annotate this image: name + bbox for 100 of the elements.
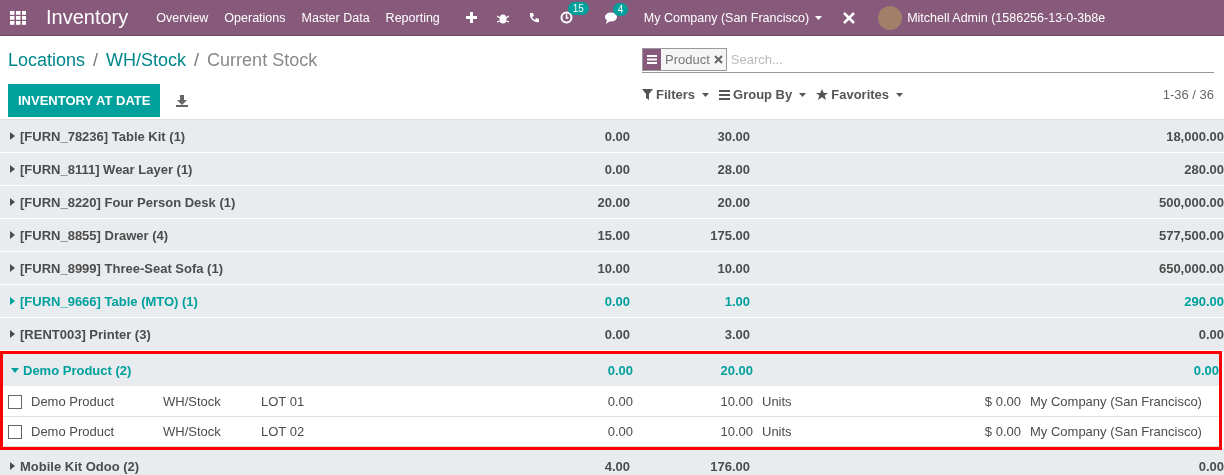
group-total: 15.00 xyxy=(596,227,630,243)
group-total: 0.00 xyxy=(1197,458,1224,474)
group-total: 10.00 xyxy=(716,260,750,276)
table-cell-text: Units xyxy=(761,424,793,439)
filter-dropdown[interactable]: Favorites xyxy=(816,87,904,102)
app-title: Inventory xyxy=(46,6,129,29)
plus-icon[interactable] xyxy=(465,12,477,23)
caret-icon xyxy=(702,92,709,97)
close-icon[interactable] xyxy=(713,55,723,64)
group-total: 1.00 xyxy=(723,293,750,309)
caret-icon xyxy=(8,297,16,305)
breadcrumb-separator: / xyxy=(93,49,99,71)
group-row[interactable]: [FURN_8999] Three-Seat Sofa (1) 10.00 10.00 650,000.00 xyxy=(0,252,1224,285)
group-row[interactable]: [FURN_78236] Table Kit (1) 0.00 30.00 18,000.00 xyxy=(0,120,1224,153)
group-name: [FURN_8111] Wear Layer (1) xyxy=(0,161,500,177)
caret-icon xyxy=(799,92,807,97)
group-name: Demo Product (2) xyxy=(3,362,503,378)
group-total: 20.00 xyxy=(716,194,750,210)
group-total: 290.00 xyxy=(1183,293,1224,309)
list-icon xyxy=(719,89,730,100)
menu-item[interactable]: Overview xyxy=(156,10,209,25)
menu-item[interactable]: Master Data xyxy=(301,10,370,25)
table-cell-text: My Company (San Francisco) xyxy=(1029,424,1203,439)
chat-icon[interactable] xyxy=(604,11,620,24)
table-cell-text: $ 0.00 xyxy=(983,394,1021,409)
table-cell-text: Demo Product xyxy=(31,394,116,409)
row-checkbox[interactable] xyxy=(8,394,22,409)
caret-icon xyxy=(8,198,16,206)
group-total: 0.00 xyxy=(606,362,633,378)
group-total: 0.00 xyxy=(1192,362,1219,378)
table-cell-text: LOT 02 xyxy=(261,424,306,439)
group-name: [FURN_8220] Four Person Desk (1) xyxy=(0,194,500,210)
search-facet[interactable]: Product xyxy=(642,48,727,71)
group-total: 0.00 xyxy=(603,293,630,309)
group-total: 280.00 xyxy=(1183,161,1224,177)
group-row[interactable]: [RENT003] Printer (3) 0.00 3.00 0.00 xyxy=(0,318,1224,351)
group-total: 30.00 xyxy=(716,128,750,144)
group-total: 0.00 xyxy=(603,128,630,144)
activity-count-badge: 15 xyxy=(567,2,589,15)
breadcrumb-separator: / xyxy=(194,49,200,71)
group-total: 650,000.00 xyxy=(1157,260,1224,276)
group-total: 28.00 xyxy=(716,161,750,177)
caret-icon xyxy=(8,165,16,173)
group-total: 3.00 xyxy=(723,326,750,342)
group-total: 175.00 xyxy=(709,227,750,243)
phone-icon[interactable] xyxy=(528,12,540,23)
breadcrumb-link[interactable]: Locations xyxy=(8,49,86,71)
group-total: 18,000.00 xyxy=(1165,128,1224,144)
caret-icon xyxy=(8,462,16,470)
group-row[interactable]: [FURN_8111] Wear Layer (1) 0.00 28.00 280.00 xyxy=(0,153,1224,186)
table-cell-text: 0.00 xyxy=(606,424,633,439)
group-total: 0.00 xyxy=(603,161,630,177)
clock-icon[interactable] xyxy=(559,11,573,24)
group-name: [RENT003] Printer (3) xyxy=(0,326,500,342)
star-icon xyxy=(816,88,829,101)
caret-icon xyxy=(8,264,16,272)
menu-item[interactable]: Operations xyxy=(224,10,286,25)
company-switcher[interactable]: My Company (San Francisco) xyxy=(643,10,823,25)
group-name: [FURN_9666] Table (MTO) (1) xyxy=(0,293,500,309)
table-cell-text: $ 0.00 xyxy=(983,424,1021,439)
group-name: [FURN_78236] Table Kit (1) xyxy=(0,128,500,144)
group-row[interactable]: [FURN_8220] Four Person Desk (1) 20.00 20.00 500,000.00 xyxy=(0,186,1224,219)
group-name: [FURN_8999] Three-Seat Sofa (1) xyxy=(0,260,500,276)
table-cell-text: WH/Stock xyxy=(163,424,222,439)
table-cell-text: My Company (San Francisco) xyxy=(1029,394,1203,409)
group-total: 0.00 xyxy=(1197,326,1224,342)
breadcrumb-current: Current Stock xyxy=(207,49,318,71)
caret-icon xyxy=(11,366,19,374)
user-name[interactable]: Mitchell Admin (1586256-13-0-3b8e xyxy=(907,10,1106,25)
row-checkbox[interactable] xyxy=(8,424,22,439)
group-name: [FURN_8855] Drawer (4) xyxy=(0,227,500,243)
pager: 1-36 / 36 xyxy=(1162,87,1214,102)
message-count-badge: 4 xyxy=(612,2,629,16)
group-total: 20.00 xyxy=(596,194,630,210)
group-total: 4.00 xyxy=(603,458,630,474)
group-total: 0.00 xyxy=(603,326,630,342)
group-total: 10.00 xyxy=(596,260,630,276)
apps-grid-icon[interactable] xyxy=(10,10,26,25)
breadcrumb-link[interactable]: WH/Stock xyxy=(106,49,187,71)
group-total: 577,500.00 xyxy=(1157,227,1224,243)
filter-dropdown[interactable]: Group By xyxy=(719,87,807,102)
caret-icon xyxy=(815,15,823,20)
group-total: 176.00 xyxy=(709,458,750,474)
group-row[interactable]: Mobile Kit Odoo (2) 4.00 176.00 0.00 xyxy=(0,450,1224,475)
group-row[interactable]: [FURN_8855] Drawer (4) 15.00 175.00 577,500.00 xyxy=(0,219,1224,252)
table-cell-text: 10.00 xyxy=(719,424,753,439)
caret-icon xyxy=(8,231,16,239)
caret-icon xyxy=(896,92,904,97)
group-name: Mobile Kit Odoo (2) xyxy=(0,458,500,474)
download-icon[interactable] xyxy=(176,94,189,107)
table-cell-text: LOT 01 xyxy=(261,394,306,409)
filter-dropdown[interactable]: Filters xyxy=(642,87,709,102)
group-total: 20.00 xyxy=(719,362,753,378)
table-cell-text: 10.00 xyxy=(719,394,753,409)
caret-icon xyxy=(8,330,16,338)
table-cell-text: WH/Stock xyxy=(163,394,222,409)
inventory-at-date-button[interactable]: INVENTORY AT DATE xyxy=(8,84,161,117)
table-cell-text: 0.00 xyxy=(606,394,633,409)
table-cell-text: Demo Product xyxy=(31,424,116,439)
menu-item[interactable]: Reporting xyxy=(385,10,440,25)
